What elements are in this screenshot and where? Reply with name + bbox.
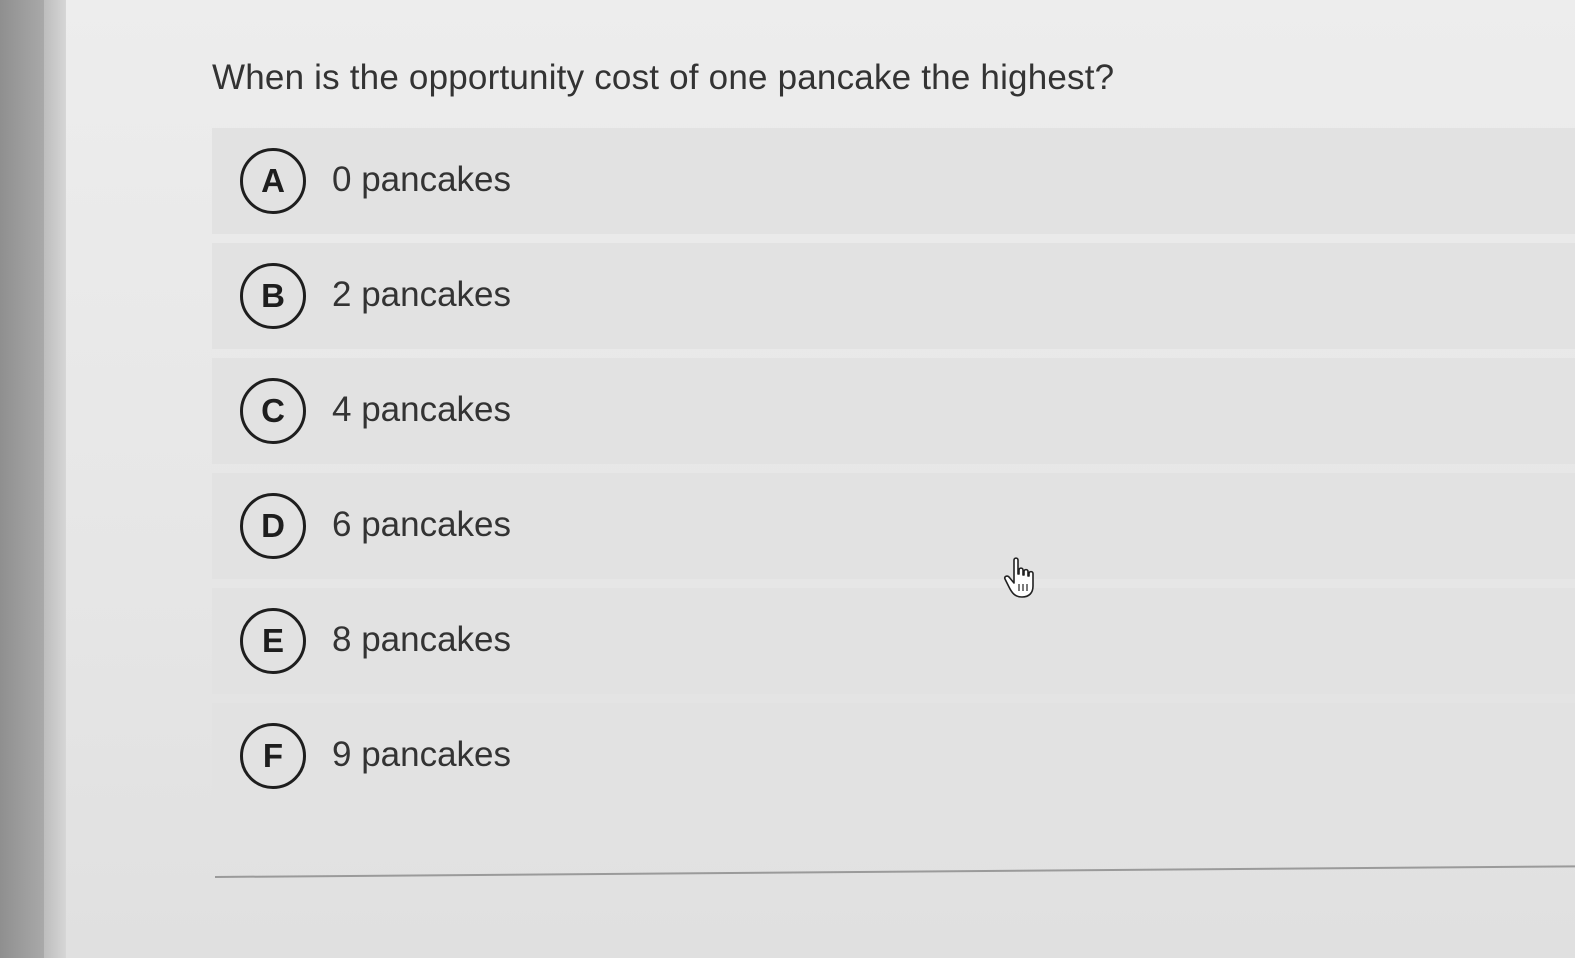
window-edge — [44, 0, 66, 958]
option-letter-badge: A — [240, 148, 306, 214]
option-letter-badge: F — [240, 723, 306, 789]
option-letter-badge: C — [240, 378, 306, 444]
option-label: 6 pancakes — [332, 505, 512, 544]
option-e[interactable]: E 8 pancakes — [212, 588, 1575, 694]
option-b[interactable]: B 2 pancakes — [212, 243, 1575, 349]
option-label: 0 pancakes — [332, 160, 512, 199]
option-letter-badge: E — [240, 608, 306, 674]
option-d[interactable]: D 6 pancakes — [212, 473, 1575, 579]
option-letter-badge: B — [240, 263, 306, 329]
option-label: 8 pancakes — [332, 620, 512, 659]
hand-pointer-icon — [1004, 557, 1034, 598]
option-f[interactable]: F 9 pancakes — [212, 703, 1575, 809]
answer-options: A 0 pancakes B 2 pancakes C 4 pancakes D… — [212, 128, 1575, 818]
option-label: 4 pancakes — [332, 390, 512, 429]
option-a[interactable]: A 0 pancakes — [212, 128, 1575, 234]
option-label: 2 pancakes — [332, 275, 512, 314]
option-label: 9 pancakes — [332, 735, 512, 774]
option-c[interactable]: C 4 pancakes — [212, 358, 1575, 464]
screen-bezel — [0, 0, 44, 958]
option-letter-badge: D — [240, 493, 306, 559]
question-text: When is the opportunity cost of one panc… — [212, 58, 1115, 97]
